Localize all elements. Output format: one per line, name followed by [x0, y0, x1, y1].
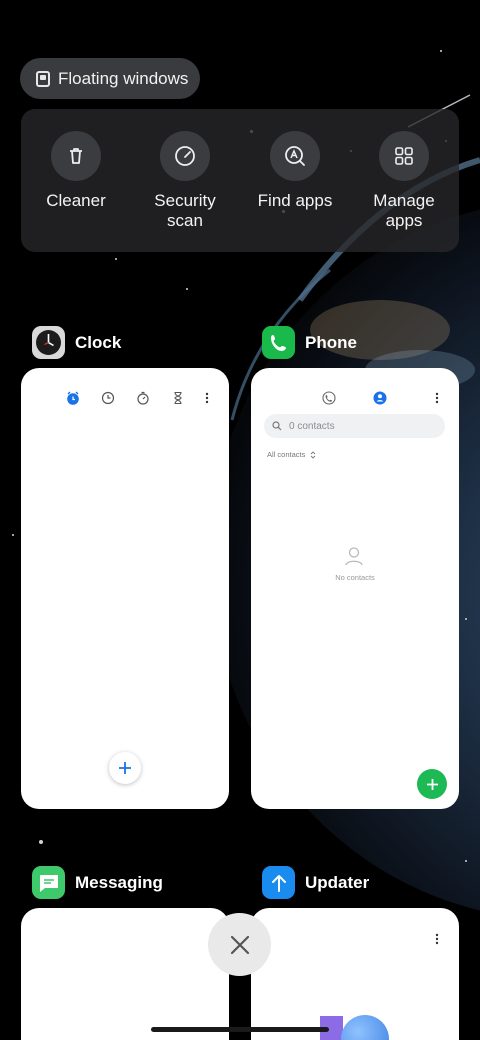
messaging-app-icon: [32, 866, 65, 899]
updater-app-name: Updater: [305, 872, 370, 892]
no-contacts-text: No contacts: [335, 573, 375, 582]
search-placeholder: 0 contacts: [289, 420, 335, 432]
quick-actions-panel: Cleaner Security scan Find apps Manage a…: [21, 109, 459, 252]
plus-icon: [426, 778, 438, 790]
more-options-icon[interactable]: [430, 391, 444, 405]
messaging-app-name: Messaging: [75, 872, 163, 892]
find-apps-icon: [270, 131, 320, 181]
floating-windows-button[interactable]: Floating windows: [20, 58, 200, 99]
search-icon: [272, 421, 282, 431]
contacts-filter-dropdown[interactable]: All contacts: [267, 450, 316, 459]
contacts-search-input[interactable]: 0 contacts: [264, 414, 445, 438]
contacts-filter-label: All contacts: [267, 450, 306, 459]
phone-app-header[interactable]: Phone: [262, 326, 357, 359]
close-icon: [230, 935, 249, 954]
star: [440, 50, 442, 52]
clear-all-button[interactable]: [208, 913, 271, 976]
phone-app-card[interactable]: 0 contacts All contacts No contacts: [251, 368, 459, 809]
contacts-tab-icon[interactable]: [373, 391, 387, 405]
security-label-line2: scan: [167, 211, 203, 230]
security-scan-button[interactable]: Security scan: [130, 131, 240, 231]
home-indicator[interactable]: [151, 1027, 329, 1032]
messaging-app-header[interactable]: Messaging: [32, 866, 163, 899]
add-contact-button[interactable]: [417, 769, 447, 799]
messaging-app-card[interactable]: [21, 908, 229, 1040]
clock-app-header[interactable]: Clock: [32, 326, 121, 359]
clock-app-icon: [32, 326, 65, 359]
star: [12, 534, 14, 536]
updater-app-icon: [262, 866, 295, 899]
manage-apps-label-line1: Manage: [373, 191, 435, 210]
cleaner-button[interactable]: Cleaner: [21, 131, 131, 211]
security-label-line1: Security: [154, 191, 216, 210]
updater-app-card[interactable]: [251, 908, 459, 1040]
star: [186, 288, 188, 290]
add-alarm-button[interactable]: [109, 752, 141, 784]
find-apps-button[interactable]: Find apps: [240, 131, 350, 211]
star: [39, 840, 43, 844]
find-apps-label: Find apps: [257, 191, 333, 210]
floating-windows-label: Floating windows: [58, 68, 189, 88]
star: [465, 618, 467, 620]
phone-app-icon: [262, 326, 295, 359]
more-options-icon[interactable]: [430, 932, 444, 946]
recents-tab-icon[interactable]: [322, 391, 336, 405]
manage-apps-label-line2: apps: [385, 211, 423, 230]
cleaner-label: Cleaner: [46, 191, 106, 210]
timer-tab-icon[interactable]: [171, 391, 185, 405]
manage-apps-button[interactable]: Manage apps: [349, 131, 459, 231]
more-options-icon[interactable]: [200, 391, 214, 405]
plus-icon: [119, 762, 131, 774]
floating-window-icon: [36, 70, 50, 87]
star: [465, 860, 467, 862]
updater-app-header[interactable]: Updater: [262, 866, 369, 899]
sort-chevron-icon: [311, 450, 316, 459]
world-clock-tab-icon[interactable]: [101, 391, 115, 405]
phone-app-name: Phone: [305, 332, 357, 352]
clock-app-name: Clock: [75, 332, 122, 352]
stopwatch-tab-icon[interactable]: [136, 391, 150, 405]
trash-icon: [51, 131, 101, 181]
alarm-tab-icon[interactable]: [66, 391, 80, 405]
empty-contact-icon: [345, 547, 363, 566]
updater-graphic-circle: [341, 1015, 389, 1040]
star: [115, 258, 117, 260]
security-scan-icon: [160, 131, 210, 181]
clock-app-card[interactable]: [21, 368, 229, 809]
manage-apps-icon: [379, 131, 429, 181]
